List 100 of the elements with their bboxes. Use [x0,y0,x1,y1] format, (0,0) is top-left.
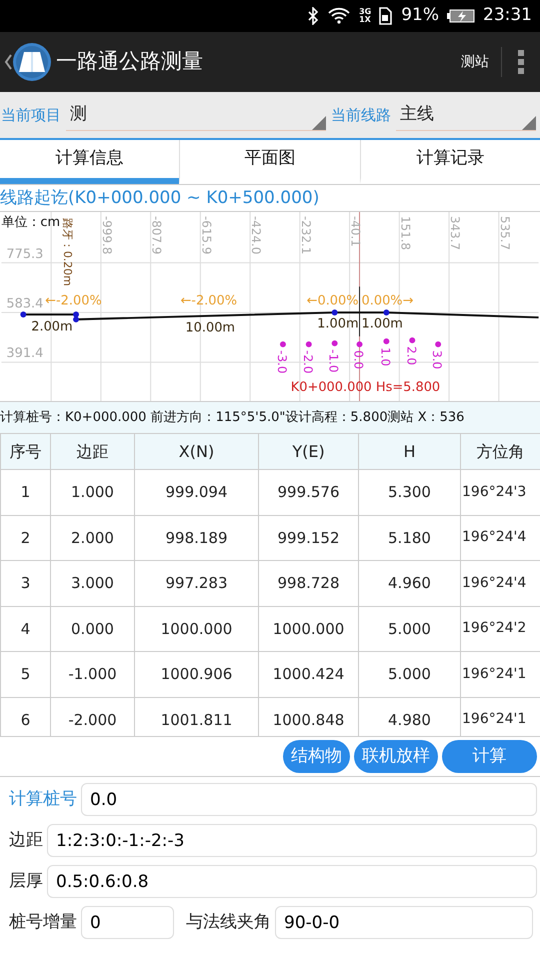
table-cell: 1000.000 [258,606,358,652]
dropdown[interactable]: 主线 [396,99,536,131]
point-marker [435,341,442,348]
slope-label: 0.00%→ [362,294,414,308]
column-header: X(N) [134,434,258,470]
network-label: 3G [359,8,372,16]
table-cell: 4.960 [358,560,460,606]
table-cell: 999.576 [258,470,358,515]
vertex-marker [383,309,390,316]
table-cell: 998.728 [258,560,358,606]
slope-label: ←0.00% [306,294,359,308]
field-label: 桩号增量 [9,910,77,934]
input-field[interactable]: 0 [81,906,174,939]
table-cell: 5.180 [358,515,460,560]
table-cell: 1000.424 [258,652,358,697]
station-button[interactable]: 测站 [449,32,501,92]
point-label: 1.0 [378,347,392,366]
column-header: H [358,434,460,470]
input-field[interactable]: 0.0 [81,783,537,816]
app-title: 一路通公路测量 [56,48,203,76]
table-cell: 5.000 [358,652,460,697]
range-title: 线路起讫(K0+000.000 ~ K0+500.000) [0,187,320,210]
more-menu-icon[interactable] [517,49,525,75]
point-label: 3.0 [430,350,444,370]
vertex-marker [20,311,26,318]
table-cell: 1.000 [50,470,134,515]
x-axis-label: -807.9 [150,216,164,254]
table-cell: 5 [0,652,50,697]
table-cell: 999.094 [134,470,258,515]
field-label: 与法线夹角 [186,910,271,934]
tab[interactable]: 计算信息 [0,140,180,184]
point-marker [383,338,390,344]
action-button[interactable]: 结构物 [283,740,350,773]
width-label: 10.00m [185,320,236,336]
tab[interactable]: 平面图 [179,140,360,184]
vertex-marker [332,309,338,316]
dropdown-corner-icon [522,116,536,130]
point-marker [356,341,362,348]
input-field[interactable]: 0.5:0.6:0.8 [47,865,537,898]
sim-card-icon [379,7,394,25]
bluetooth-icon [307,7,320,25]
width-label: 1.00m [362,316,403,332]
column-header: 序号 [0,434,50,470]
table-cell: 2.000 [50,515,134,560]
clock: 23:31 [483,4,532,28]
action-button[interactable]: 联机放样 [354,740,438,773]
input-field[interactable]: 90-0-0 [275,906,533,939]
width-label: 1.00m [317,316,359,332]
battery-percent: 91% [401,4,439,28]
station-label: K0+000.000 Hs=5.800 [290,380,440,396]
width-label: 2.00m [31,319,73,334]
slope-label: ←-2.00% [180,294,238,308]
column-header: 边距 [50,434,134,470]
wifi-icon [327,7,352,25]
battery-charging-icon [447,9,475,23]
point-label: 2.0 [404,346,418,366]
point-marker [280,341,286,348]
table-cell: 998.189 [134,515,258,560]
table-cell: 2 [0,515,50,560]
table-cell: -1.000 [50,652,134,697]
x-axis-label: -999.8 [100,216,114,254]
x-axis-label: 343.7 [448,216,462,250]
table-cell: 3 [0,560,50,606]
table-cell: 4 [0,606,50,652]
input-field[interactable]: 1:2:3:0:-1:-2:-3 [47,824,537,857]
tab[interactable]: 计算记录 [360,140,540,184]
point-marker [332,340,338,346]
selector-label: 当前项目 [0,104,62,126]
point-label: -2.0 [300,350,315,374]
slope-label: ←-2.00% [45,294,102,308]
dropdown[interactable]: 测 [66,99,326,131]
field-label: 层厚 [9,870,43,893]
point-marker [306,341,312,348]
back-icon[interactable] [4,54,12,70]
x-axis-label: -232.1 [298,216,313,254]
point-marker [409,337,416,344]
point-label: 0.0 [352,350,366,370]
x-axis-label: 535.7 [498,216,512,250]
x-axis-label: -40.1 [348,216,363,247]
road-logo-icon [12,42,52,82]
column-header: 方位角 [460,434,540,470]
dropdown-corner-icon [312,116,326,130]
x-axis-label: 151.8 [398,216,412,250]
table-cell: 6 [0,697,50,736]
table-cell: 997.283 [134,560,258,606]
unit-label: 单位：cm [1,214,60,230]
y-axis-label: 583.4 [6,296,44,312]
point-label: -3.0 [274,350,289,374]
network-label: 1X [359,16,372,24]
table-cell: 1000.906 [134,652,258,697]
x-axis-label: -424.0 [249,216,264,254]
action-button[interactable]: 计算 [442,740,537,773]
table-cell: 1 [0,470,50,515]
table-cell: 1000.000 [134,606,258,652]
table-cell: 999.152 [258,515,358,560]
table-cell: 3.000 [50,560,134,606]
column-header: Y(E) [258,434,358,470]
point-label: -1.0 [326,349,341,373]
field-label: 边距 [9,828,43,852]
x-axis-label: -615.9 [199,216,214,254]
